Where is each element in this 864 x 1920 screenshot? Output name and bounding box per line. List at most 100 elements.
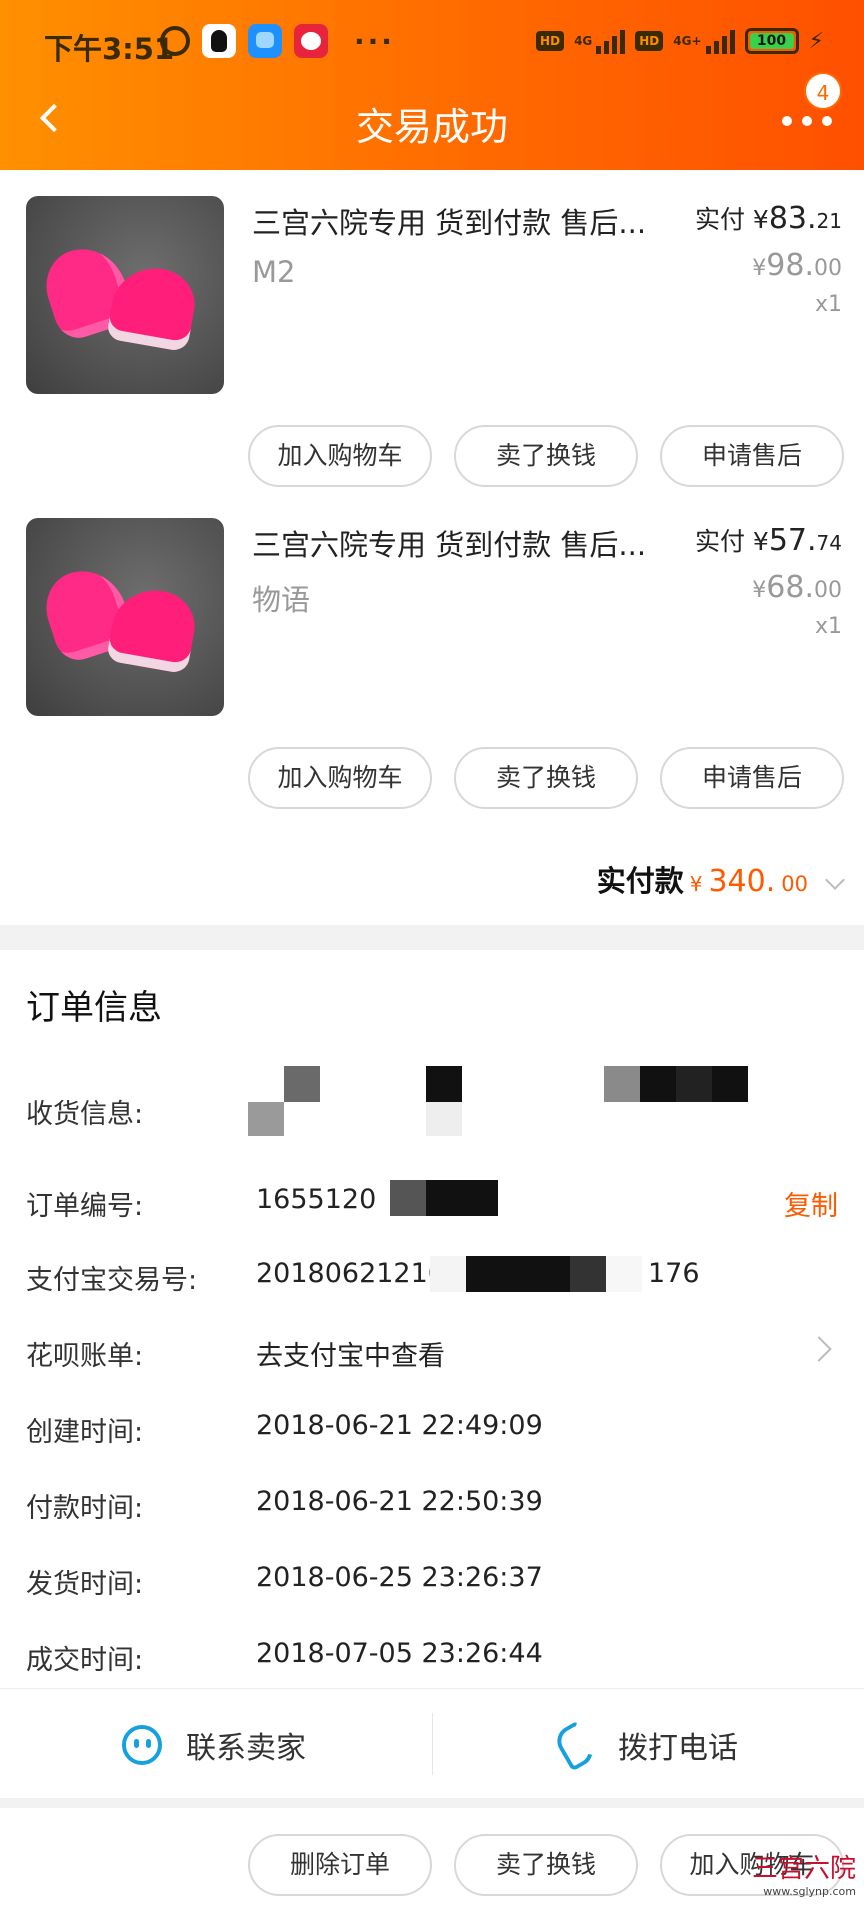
shipping-info-label: 收货信息:: [26, 1099, 144, 1130]
hd-icon: HD: [536, 31, 565, 51]
hd-icon-2: HD: [635, 31, 664, 51]
resell-button[interactable]: 卖了换钱: [454, 425, 638, 487]
network-type-2: 4G+: [673, 34, 702, 48]
paid-label: 实付: [694, 205, 745, 234]
huabei-label: 花呗账单:: [26, 1341, 144, 1372]
original-amount: 98.: [766, 248, 814, 283]
bottom-action-bar: 删除订单 卖了换钱 加入购物车: [0, 1808, 864, 1920]
currency-symbol: ¥: [752, 205, 769, 234]
call-phone-button[interactable]: 拨打电话: [432, 1689, 864, 1799]
watermark-url: www.sglynp.com: [763, 1885, 856, 1898]
paid-label: 实付: [694, 527, 745, 556]
shipped-time-row: 发货时间: 2018-06-25 23:26:37: [0, 1550, 864, 1610]
original-price: ¥68.00: [752, 570, 842, 605]
order-item[interactable]: 三宫六院专用 货到付款 售后... M2 实付 ¥83.21 ¥98.00 x1…: [0, 170, 864, 490]
closed-time-label: 成交时间:: [26, 1645, 144, 1676]
paid-amount: 57.: [768, 523, 817, 558]
signal-icon: [596, 28, 626, 54]
alipay-trade-value-start: 20180621210: [256, 1258, 445, 1289]
item-actions: 加入购物车 卖了换钱 申请售后: [248, 747, 844, 809]
page-title: 交易成功: [355, 105, 508, 149]
after-sales-button[interactable]: 申请售后: [660, 425, 844, 487]
charging-icon: ⚡: [808, 28, 824, 54]
resell-button[interactable]: 卖了换钱: [454, 1834, 638, 1896]
created-time-row: 创建时间: 2018-06-21 22:49:09: [0, 1398, 864, 1458]
original-decimal: 00: [814, 578, 842, 603]
created-time-value: 2018-06-21 22:49:09: [256, 1410, 543, 1441]
order-number-row: 订单编号: 1655120 复制: [0, 1172, 864, 1232]
message-count-badge: 4: [804, 72, 842, 110]
notification-icons: ···: [160, 24, 395, 58]
notification-app-icon: [294, 24, 328, 58]
paid-time-label: 付款时间:: [26, 1493, 144, 1524]
system-icons: HD 4G HD 4G+ 100 ⚡: [536, 28, 824, 54]
top-bar: 下午3:51 ··· HD 4G HD 4G+ 100 ⚡ 交易成功 4: [0, 0, 864, 170]
expand-chevron-icon[interactable]: [825, 870, 845, 890]
paid-decimal: 21: [816, 209, 842, 233]
currency-symbol: ¥: [752, 578, 767, 603]
product-spec: 物语: [252, 583, 311, 617]
chat-face-icon: [122, 1725, 162, 1765]
total-label: 实付款: [596, 864, 684, 898]
goods-card: 三宫六院专用 货到付款 售后... M2 实付 ¥83.21 ¥98.00 x1…: [0, 170, 864, 925]
network-type-1: 4G: [574, 34, 593, 48]
paid-time-row: 付款时间: 2018-06-21 22:50:39: [0, 1474, 864, 1534]
message-app-icon: [248, 24, 282, 58]
qq-app-icon: [202, 24, 236, 58]
order-info-title: 订单信息: [26, 988, 162, 1028]
paid-decimal: 74: [816, 531, 842, 555]
product-title[interactable]: 三宫六院专用 货到付款 售后...: [252, 522, 677, 564]
product-spec: M2: [252, 255, 296, 289]
order-item[interactable]: 三宫六院专用 货到付款 售后... 物语 实付 ¥57.74 ¥68.00 x1…: [0, 492, 864, 812]
alipay-trade-label: 支付宝交易号:: [26, 1265, 198, 1296]
shipped-time-label: 发货时间:: [26, 1569, 144, 1600]
product-thumbnail[interactable]: [26, 196, 224, 394]
signal-icon-2: [705, 28, 735, 54]
item-actions: 加入购物车 卖了换钱 申请售后: [248, 425, 844, 487]
contact-seller-button[interactable]: 联系卖家: [0, 1689, 432, 1799]
quantity: x1: [814, 614, 842, 639]
status-time: 下午3:51: [44, 32, 175, 66]
alipay-trade-value-end: 176: [648, 1258, 700, 1289]
closed-time-row: 成交时间: 2018-07-05 23:26:44: [0, 1626, 864, 1686]
call-phone-label: 拨打电话: [618, 1731, 738, 1766]
total-decimal: 00: [781, 872, 808, 896]
order-info-card: 订单信息 收货信息: 订单编号: 1655120 复制 支付宝交易号: 2018…: [0, 950, 864, 1688]
contact-bar: 联系卖家 拨打电话: [0, 1688, 864, 1798]
total-amount: 340.: [708, 864, 776, 899]
add-to-cart-button[interactable]: 加入购物车: [248, 425, 432, 487]
product-title[interactable]: 三宫六院专用 货到付款 售后...: [252, 200, 677, 242]
battery-icon: 100: [744, 28, 799, 54]
chevron-right-icon: [806, 1336, 832, 1362]
after-sales-button[interactable]: 申请售后: [660, 747, 844, 809]
copy-order-number-button[interactable]: 复制: [784, 1184, 838, 1223]
status-bar: 下午3:51 ··· HD 4G HD 4G+ 100 ⚡: [0, 0, 864, 88]
paid-price: 实付 ¥83.21: [695, 200, 842, 236]
total-paid[interactable]: 实付款 ¥ 340. 00: [596, 858, 845, 900]
paid-time-value: 2018-06-21 22:50:39: [256, 1486, 543, 1517]
order-detail-screen: 下午3:51 ··· HD 4G HD 4G+ 100 ⚡ 交易成功 4 三宫六…: [0, 0, 864, 1920]
watermark: 三宫六院 www.sglynp.com: [752, 1848, 856, 1898]
currency-symbol: ¥: [752, 256, 767, 281]
closed-time-value: 2018-07-05 23:26:44: [256, 1638, 543, 1669]
add-to-cart-button[interactable]: 加入购物车: [248, 747, 432, 809]
order-number-value: 1655120: [256, 1184, 377, 1215]
alarm-clock-icon: [160, 26, 190, 56]
original-price: ¥98.00: [752, 248, 842, 283]
delete-order-button[interactable]: 删除订单: [248, 1834, 432, 1896]
huabei-row[interactable]: 花呗账单: 去支付宝中查看: [0, 1322, 864, 1382]
created-time-label: 创建时间:: [26, 1417, 144, 1448]
more-notifications-icon: ···: [354, 24, 395, 58]
alipay-trade-row: 支付宝交易号: 20180621210 176: [0, 1246, 864, 1306]
paid-amount: 83.: [768, 201, 817, 236]
product-thumbnail[interactable]: [26, 518, 224, 716]
paid-price: 实付 ¥57.74: [695, 522, 842, 558]
huabei-link[interactable]: 去支付宝中查看: [256, 1334, 445, 1373]
battery-level: 100: [756, 33, 787, 49]
order-number-label: 订单编号:: [26, 1191, 144, 1222]
currency-symbol: ¥: [689, 872, 703, 896]
shipped-time-value: 2018-06-25 23:26:37: [256, 1562, 543, 1593]
resell-button[interactable]: 卖了换钱: [454, 747, 638, 809]
quantity: x1: [814, 292, 842, 317]
shipping-info-row: 收货信息:: [0, 1042, 864, 1136]
